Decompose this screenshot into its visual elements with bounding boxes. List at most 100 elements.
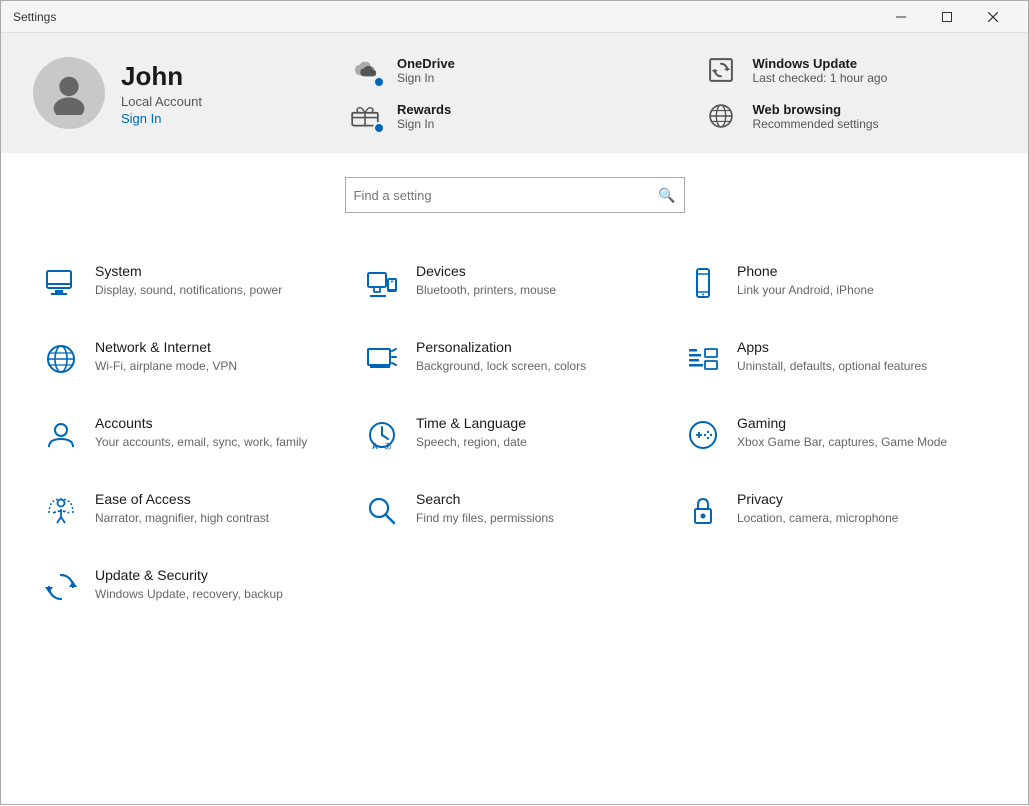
ease-desc: Narrator, magnifier, high contrast bbox=[95, 510, 269, 527]
title-bar: Settings bbox=[1, 1, 1028, 33]
onedrive-sub: Sign In bbox=[397, 71, 455, 85]
update-setting[interactable]: Update & Security Windows Update, recove… bbox=[33, 549, 354, 625]
devices-setting[interactable]: Devices Bluetooth, printers, mouse bbox=[354, 245, 675, 321]
settings-grid: System Display, sound, notifications, po… bbox=[1, 237, 1028, 641]
web-browsing-sub: Recommended settings bbox=[753, 117, 879, 131]
rewards-text: Rewards Sign In bbox=[397, 102, 451, 131]
privacy-name: Privacy bbox=[737, 491, 898, 507]
time-text: Time & Language Speech, region, date bbox=[416, 415, 527, 451]
search-box: 🔍 bbox=[345, 177, 685, 213]
accounts-name: Accounts bbox=[95, 415, 307, 431]
system-icon bbox=[41, 263, 81, 303]
onedrive-text: OneDrive Sign In bbox=[397, 56, 455, 85]
rewards-icon bbox=[345, 98, 385, 134]
maximize-button[interactable] bbox=[924, 1, 970, 33]
gaming-setting[interactable]: Gaming Xbox Game Bar, captures, Game Mod… bbox=[675, 397, 996, 473]
onedrive-name: OneDrive bbox=[397, 56, 455, 71]
onedrive-service[interactable]: OneDrive Sign In bbox=[345, 52, 641, 88]
time-icon: A あ bbox=[362, 415, 402, 455]
web-browsing-text: Web browsing Recommended settings bbox=[753, 102, 879, 131]
profile-name: John bbox=[121, 61, 202, 92]
windows-update-sub: Last checked: 1 hour ago bbox=[753, 71, 888, 85]
rewards-service[interactable]: Rewards Sign In bbox=[345, 98, 641, 134]
network-setting[interactable]: Network & Internet Wi-Fi, airplane mode,… bbox=[33, 321, 354, 397]
window-title: Settings bbox=[13, 10, 878, 24]
ease-icon bbox=[41, 491, 81, 531]
devices-desc: Bluetooth, printers, mouse bbox=[416, 282, 556, 299]
onedrive-icon bbox=[345, 52, 385, 88]
network-desc: Wi-Fi, airplane mode, VPN bbox=[95, 358, 237, 375]
search-settings-item[interactable]: Search Find my files, permissions bbox=[354, 473, 675, 549]
network-icon bbox=[41, 339, 81, 379]
web-browsing-name: Web browsing bbox=[753, 102, 879, 117]
update-desc: Windows Update, recovery, backup bbox=[95, 586, 283, 603]
main-content: 🔍 System Display, sound, notifications, … bbox=[1, 153, 1028, 806]
windows-update-text: Windows Update Last checked: 1 hour ago bbox=[753, 56, 888, 85]
system-setting[interactable]: System Display, sound, notifications, po… bbox=[33, 245, 354, 321]
search-input[interactable] bbox=[354, 188, 659, 203]
gaming-name: Gaming bbox=[737, 415, 947, 431]
apps-desc: Uninstall, defaults, optional features bbox=[737, 358, 927, 375]
windows-update-icon bbox=[701, 52, 741, 88]
privacy-text: Privacy Location, camera, microphone bbox=[737, 491, 898, 527]
phone-desc: Link your Android, iPhone bbox=[737, 282, 874, 299]
search-settings-name: Search bbox=[416, 491, 554, 507]
close-button[interactable] bbox=[970, 1, 1016, 33]
devices-name: Devices bbox=[416, 263, 556, 279]
network-name: Network & Internet bbox=[95, 339, 237, 355]
phone-icon bbox=[683, 263, 723, 303]
onedrive-dot bbox=[373, 76, 385, 88]
search-settings-text: Search Find my files, permissions bbox=[416, 491, 554, 527]
apps-setting[interactable]: Apps Uninstall, defaults, optional featu… bbox=[675, 321, 996, 397]
update-name: Update & Security bbox=[95, 567, 283, 583]
svg-text:あ: あ bbox=[384, 442, 392, 451]
devices-icon bbox=[362, 263, 402, 303]
phone-setting[interactable]: Phone Link your Android, iPhone bbox=[675, 245, 996, 321]
time-desc: Speech, region, date bbox=[416, 434, 527, 451]
system-text: System Display, sound, notifications, po… bbox=[95, 263, 282, 299]
personalization-desc: Background, lock screen, colors bbox=[416, 358, 586, 375]
window-controls bbox=[878, 1, 1016, 33]
ease-name: Ease of Access bbox=[95, 491, 269, 507]
devices-text: Devices Bluetooth, printers, mouse bbox=[416, 263, 556, 299]
accounts-text: Accounts Your accounts, email, sync, wor… bbox=[95, 415, 307, 451]
accounts-icon bbox=[41, 415, 81, 455]
rewards-dot bbox=[373, 122, 385, 134]
apps-icon bbox=[683, 339, 723, 379]
system-desc: Display, sound, notifications, power bbox=[95, 282, 282, 299]
web-browsing-icon bbox=[701, 98, 741, 134]
phone-text: Phone Link your Android, iPhone bbox=[737, 263, 874, 299]
search-settings-icon bbox=[362, 491, 402, 531]
search-settings-desc: Find my files, permissions bbox=[416, 510, 554, 527]
windows-update-service[interactable]: Windows Update Last checked: 1 hour ago bbox=[701, 52, 997, 88]
privacy-desc: Location, camera, microphone bbox=[737, 510, 898, 527]
update-text: Update & Security Windows Update, recove… bbox=[95, 567, 283, 603]
gaming-desc: Xbox Game Bar, captures, Game Mode bbox=[737, 434, 947, 451]
minimize-button[interactable] bbox=[878, 1, 924, 33]
profile-signin-link[interactable]: Sign In bbox=[121, 111, 202, 126]
privacy-setting[interactable]: Privacy Location, camera, microphone bbox=[675, 473, 996, 549]
avatar bbox=[33, 57, 105, 129]
personalization-setting[interactable]: Personalization Background, lock screen,… bbox=[354, 321, 675, 397]
svg-text:A: A bbox=[372, 442, 378, 451]
rewards-name: Rewards bbox=[397, 102, 451, 117]
system-name: System bbox=[95, 263, 282, 279]
search-container: 🔍 bbox=[1, 153, 1028, 237]
gaming-icon bbox=[683, 415, 723, 455]
personalization-name: Personalization bbox=[416, 339, 586, 355]
time-setting[interactable]: A あ Time & Language Speech, region, date bbox=[354, 397, 675, 473]
personalization-icon bbox=[362, 339, 402, 379]
phone-name: Phone bbox=[737, 263, 874, 279]
web-browsing-service[interactable]: Web browsing Recommended settings bbox=[701, 98, 997, 134]
time-name: Time & Language bbox=[416, 415, 527, 431]
apps-name: Apps bbox=[737, 339, 927, 355]
profile-account-type: Local Account bbox=[121, 94, 202, 109]
personalization-text: Personalization Background, lock screen,… bbox=[416, 339, 586, 375]
update-icon bbox=[41, 567, 81, 607]
accounts-setting[interactable]: Accounts Your accounts, email, sync, wor… bbox=[33, 397, 354, 473]
ease-setting[interactable]: Ease of Access Narrator, magnifier, high… bbox=[33, 473, 354, 549]
accounts-desc: Your accounts, email, sync, work, family bbox=[95, 434, 307, 451]
privacy-icon bbox=[683, 491, 723, 531]
profile-info: John Local Account Sign In bbox=[121, 61, 202, 126]
apps-text: Apps Uninstall, defaults, optional featu… bbox=[737, 339, 927, 375]
